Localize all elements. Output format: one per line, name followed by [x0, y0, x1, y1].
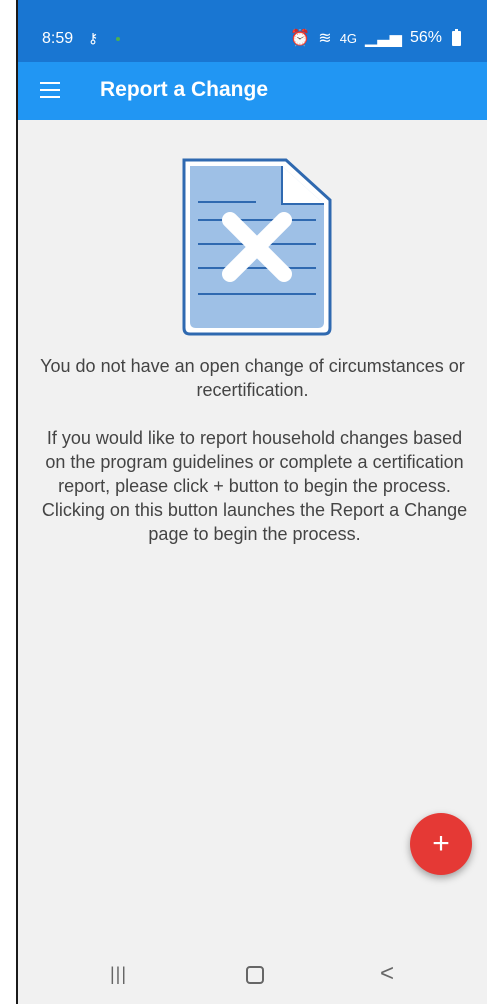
alarm-icon: ⏰	[290, 30, 311, 47]
status-bar: 8:59 ⚷ ⏰ ≋ 4G ▁▃▅ 56%	[18, 0, 487, 62]
notification-dot	[116, 37, 120, 41]
home-icon[interactable]	[246, 966, 264, 984]
network-type: 4G	[339, 30, 358, 46]
phone-screen: 8:59 ⚷ ⏰ ≋ 4G ▁▃▅ 56% Report a Change Yo…	[16, 0, 487, 1004]
key-icon: ⚷	[88, 30, 99, 46]
battery-icon	[452, 28, 461, 46]
page-title: Report a Change	[100, 78, 269, 101]
instructions-message: If you would like to report household ch…	[41, 428, 468, 544]
no-open-change-message: You do not have an open change of circum…	[40, 356, 465, 400]
add-button[interactable]: +	[410, 813, 472, 875]
recent-apps-icon[interactable]: |||	[110, 964, 127, 985]
system-nav-bar: ||| <	[18, 946, 487, 1004]
status-time: 8:59	[42, 30, 74, 47]
back-icon[interactable]: <	[380, 960, 394, 988]
wifi-icon: ≋	[318, 30, 332, 47]
app-bar: Report a Change	[18, 62, 487, 120]
document-x-icon	[182, 158, 332, 336]
status-indicators: ⏰ ≋ 4G ▁▃▅ 56%	[290, 28, 461, 48]
plus-icon: +	[432, 827, 450, 860]
signal-icon: ▁▃▅	[365, 30, 402, 47]
battery-percent: 56%	[409, 29, 442, 46]
hamburger-menu-icon[interactable]	[40, 82, 60, 98]
